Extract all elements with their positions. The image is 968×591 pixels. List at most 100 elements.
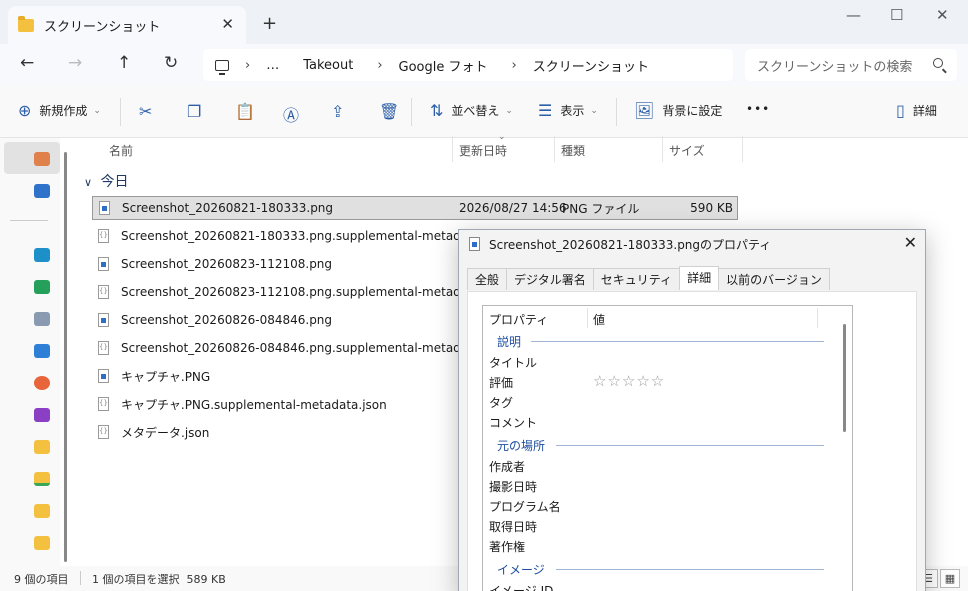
tiles-view-icon[interactable]: ▦: [940, 569, 960, 588]
breadcrumb-overflow[interactable]: …: [266, 58, 279, 73]
column-divider[interactable]: [587, 308, 588, 328]
paste-icon[interactable]: 📋: [235, 102, 255, 121]
column-divider[interactable]: [554, 136, 555, 162]
dialog-tabs: 全般 デジタル署名 セキュリティ 詳細 以前のバージョン: [467, 266, 830, 290]
folder-icon[interactable]: [34, 472, 50, 486]
minimize-button[interactable]: —: [846, 6, 861, 24]
tab-details[interactable]: 詳細: [679, 266, 720, 290]
breadcrumb-screenshots[interactable]: スクリーンショット: [533, 56, 649, 75]
divider: [411, 98, 412, 126]
details-pane-button[interactable]: ▯ 詳細: [896, 101, 937, 120]
tab-title: スクリーンショット: [44, 19, 161, 35]
share-icon[interactable]: ⇪: [331, 102, 344, 121]
column-divider[interactable]: [662, 136, 663, 162]
search-placeholder: スクリーンショットの検索: [757, 59, 913, 75]
home-icon[interactable]: [34, 152, 50, 166]
folder-icon[interactable]: [34, 536, 50, 550]
property-date-taken[interactable]: 撮影日時: [489, 478, 537, 495]
sidebar-scrollbar[interactable]: [64, 152, 67, 562]
property-scrollbar[interactable]: [843, 324, 846, 432]
folder-icon[interactable]: [34, 504, 50, 518]
json-file-icon: [98, 341, 109, 355]
breadcrumb-google-photos[interactable]: Google フォト: [399, 56, 488, 75]
column-header-name[interactable]: 名前: [109, 142, 133, 159]
image-file-icon: [98, 257, 109, 271]
column-header-value[interactable]: 値: [593, 311, 605, 328]
computer-icon: [215, 59, 229, 75]
breadcrumb-takeout[interactable]: Takeout: [303, 58, 353, 73]
column-header-size[interactable]: サイズ: [669, 142, 705, 159]
folder-icon[interactable]: [34, 440, 50, 454]
property-program-name[interactable]: プログラム名: [489, 498, 561, 515]
dialog-close-button[interactable]: ✕: [904, 233, 917, 252]
tab-screenshots[interactable]: スクリーンショット ✕: [8, 6, 246, 44]
tab-security[interactable]: セキュリティ: [592, 268, 681, 290]
tab-close-button[interactable]: ✕: [221, 15, 234, 33]
cut-icon[interactable]: ✂: [139, 102, 152, 121]
file-name: Screenshot_20260823-112108.png.supplemen…: [121, 285, 463, 299]
property-comments[interactable]: コメント: [489, 414, 537, 431]
desktop-icon[interactable]: [34, 248, 50, 262]
refresh-button[interactable]: ↻: [164, 53, 178, 73]
more-options-button[interactable]: •••: [746, 102, 770, 116]
view-label: 表示: [560, 104, 585, 118]
tab-previous-versions[interactable]: 以前のバージョン: [718, 268, 830, 290]
column-divider[interactable]: [452, 136, 453, 162]
delete-icon[interactable]: 🗑: [379, 102, 399, 121]
set-background-button[interactable]: 🖼 背景に設定: [634, 101, 722, 120]
group-header-today[interactable]: ∨ 今日: [84, 171, 129, 191]
property-image-id[interactable]: イメージ ID: [489, 582, 553, 591]
rating-stars-icon[interactable]: ☆☆☆☆☆: [593, 372, 665, 390]
tab-digital-signatures[interactable]: デジタル署名: [506, 268, 594, 290]
property-title[interactable]: タイトル: [489, 354, 537, 371]
property-date-acquired[interactable]: 取得日時: [489, 518, 537, 535]
sort-button[interactable]: ⇅ 並べ替え ⌄: [430, 101, 513, 120]
maximize-button[interactable]: ☐: [890, 6, 903, 24]
image-file-icon: [98, 313, 109, 327]
pictures-icon[interactable]: [34, 344, 50, 358]
file-name: Screenshot_20260821-180333.png.supplemen…: [121, 229, 463, 243]
file-date: 2026/08/27 14:56: [459, 201, 567, 215]
property-authors[interactable]: 作成者: [489, 458, 525, 475]
videos-icon[interactable]: [34, 408, 50, 422]
sort-indicator-icon: ⌄: [498, 132, 506, 142]
column-divider[interactable]: [817, 308, 818, 328]
back-button[interactable]: ←: [20, 53, 34, 73]
forward-button[interactable]: →: [68, 53, 82, 73]
property-rating[interactable]: 評価: [489, 374, 513, 391]
column-header-date[interactable]: 更新日時: [459, 142, 507, 159]
folder-icon: [18, 15, 34, 32]
divider: [120, 98, 121, 126]
navigation-pane: [0, 138, 60, 566]
sidebar-selection: [4, 142, 60, 174]
up-button[interactable]: ↑: [117, 53, 131, 73]
search-input[interactable]: スクリーンショットの検索: [745, 49, 957, 81]
sort-icon: ⇅: [430, 101, 444, 120]
navigation-bar: ← → ↑ ↻ › … Takeout › Google フォト › スクリーン…: [0, 44, 968, 86]
new-button[interactable]: ⊕ 新規作成 ⌄: [18, 101, 101, 120]
status-divider: [80, 571, 81, 585]
rename-icon[interactable]: Ⓐ: [283, 102, 299, 126]
address-bar[interactable]: › … Takeout › Google フォト › スクリーンショット: [203, 49, 733, 81]
column-header-type[interactable]: 種類: [561, 142, 585, 159]
gallery-icon[interactable]: [34, 184, 50, 198]
chevron-down-icon: ∨: [84, 176, 93, 189]
tab-general[interactable]: 全般: [467, 268, 508, 290]
property-table-header: プロパティ 値: [483, 306, 852, 330]
property-tags[interactable]: タグ: [489, 394, 513, 411]
downloads-icon[interactable]: [34, 280, 50, 294]
file-row[interactable]: Screenshot_20260821-180333.png 2026/08/27…: [92, 196, 738, 220]
music-icon[interactable]: [34, 376, 50, 390]
property-copyright[interactable]: 著作権: [489, 538, 525, 555]
new-tab-button[interactable]: +: [262, 13, 277, 34]
copy-icon[interactable]: ❐: [187, 102, 201, 121]
view-button[interactable]: ☰ 表示 ⌄: [538, 101, 598, 120]
column-header-property[interactable]: プロパティ: [489, 311, 548, 328]
close-window-button[interactable]: ✕: [936, 6, 949, 24]
column-divider[interactable]: [742, 136, 743, 162]
file-name: Screenshot_20260826-084846.png.supplemen…: [121, 341, 463, 355]
section-description: 説明: [497, 335, 522, 349]
breadcrumb-separator: ›: [511, 57, 517, 73]
documents-icon[interactable]: [34, 312, 50, 326]
chevron-down-icon: ⌄: [505, 105, 513, 116]
